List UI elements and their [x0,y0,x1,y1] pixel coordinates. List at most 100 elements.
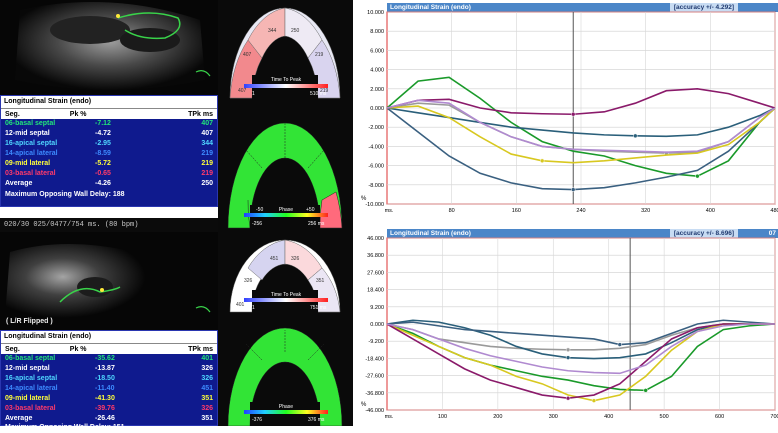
table-header: Seg. Pk % TPk ms [1,108,217,119]
y-tick-label: -36.800 [365,391,384,397]
phase-scale-right: +50 [306,207,315,213]
x-tick-label: 240 [576,208,585,212]
phase-max: 376 ms [308,417,325,423]
table-row: 14-apical lateral -8.59 219 [1,149,217,159]
ttp-max: 751 ms [310,305,327,311]
phase-max: 256 ms [308,221,325,227]
time-to-peak-cell: 351 [201,395,213,402]
x-tick-label: 600 [715,414,724,420]
y-axis-label: % [361,196,367,202]
col-seg: Seg. [5,346,20,353]
peak-strain-cell: -8.59 [95,150,111,157]
peak-marker [570,111,576,117]
y-tick-label: -8.000 [368,183,384,189]
y-tick-label: -2.000 [368,125,384,131]
ttp-value: 351 [316,278,325,284]
time-to-peak-cell: 326 [201,365,213,372]
segment-cell: 16-apical septal [5,375,58,382]
time-to-peak-cell: 407 [201,120,213,127]
x-tick-label: 80 [449,208,455,212]
table-header: Seg. Pk % TPk ms [1,343,217,354]
peak-marker [633,133,638,139]
peak-strain-cell: -11.40 [95,385,115,392]
peak-marker [617,342,623,347]
ttp-value: 451 [270,256,279,262]
x-tick-label: 300 [549,414,558,420]
peak-strain-cell: -0.65 [95,170,111,177]
peak-strain-cell: -18.50 [95,375,115,382]
table-title: Longitudinal Strain (endo) [1,96,217,108]
y-tick-label: -27.600 [365,374,384,380]
strain-table-bottom: Longitudinal Strain (endo) Seg. Pk % TPk… [0,330,218,431]
col-pk: Pk % [69,111,87,118]
y-tick-label: -46.000 [365,408,384,414]
y-tick-label: 4.000 [370,68,384,74]
time-to-peak-cell: 401 [201,355,213,362]
col-tpk: TPk ms [188,111,213,118]
peak-marker [570,187,576,192]
bullseye-plots: Time To Peak 1 510 ms 407 407 344 250 21… [227,7,343,427]
flip-label: ( L/R Flipped ) [6,318,53,325]
strain-table-top: Longitudinal Strain (endo) Seg. Pk % TPk… [0,95,218,207]
ttp-value: 407 [243,52,252,58]
col-tpk: TPk ms [188,346,213,353]
y-tick-label: 27.600 [367,270,384,276]
peak-strain-cell: -26.46 [95,415,115,422]
x-tick-label: 700 [770,414,778,420]
peak-marker [695,173,700,179]
y-tick-label: -18.400 [365,356,384,362]
ttp-value: 219 [320,88,329,94]
ttp-value: 401 [236,302,245,308]
opposing-wall-delay: Maximum Opposing Wall Delay: 151 [5,424,125,431]
col-pk: Pk % [69,346,87,353]
y-tick-label: 10.000 [367,10,384,16]
y-tick-label: -4.000 [368,144,384,150]
x-tick-label: 320 [641,208,650,212]
x-tick-label: 500 [660,414,669,420]
ttp-bullseye-top: Time To Peak 1 510 ms 407 407 344 250 21… [229,7,341,99]
table-row: 14-apical lateral -11.40 451 [1,384,217,394]
echo-image-top [0,0,218,95]
phase-min: -376 [252,417,262,423]
y-tick-label: 46.000 [367,236,384,242]
peak-strain-cell: -5.72 [95,160,111,167]
table-row: 12-mid septal -13.87 326 [1,364,217,374]
opposing-wall-delay: Maximum Opposing Wall Delay: 188 [5,191,125,198]
table-row: 06-basal septal -35.62 401 [1,354,217,364]
ttp-value: 344 [268,28,277,34]
peak-marker [565,395,571,401]
x-tick-label: 480 [770,208,778,212]
table-row: Average -26.46 351 [1,414,217,424]
echo-four-chamber-view [0,0,218,95]
echo-image-bottom: ( L/R Flipped ) [0,232,218,330]
peak-strain-cell: -7.12 [95,120,111,127]
time-to-peak-cell: 219 [201,150,213,157]
phase-min: -256 [252,221,262,227]
segment-cell: 16-apical septal [5,140,58,147]
x-tick-label: 400 [604,414,613,420]
bullseye-column: Time To Peak 1 510 ms 407 407 344 250 21… [218,0,353,427]
strain-chart-bottom: Longitudinal Strain (endo) [accuracy +/-… [353,226,778,426]
peak-marker [643,388,648,393]
ttp-value: 326 [244,278,253,284]
peak-strain-cell: -13.87 [95,365,115,372]
segment-cell: 12-mid septal [5,365,50,372]
segment-cell: 06-basal septal [5,355,56,362]
col-seg: Seg. [5,111,20,118]
table-row: 03-basal lateral -0.65 219 [1,169,217,179]
x-tick-label: 160 [512,208,521,212]
y-tick-label: 36.800 [367,253,384,259]
x-tick-label: 400 [706,208,715,212]
y-tick-label: 0.000 [370,322,384,328]
segment-cell: 03-basal lateral [5,170,56,177]
y-tick-label: 0.000 [370,106,384,112]
y-tick-label: 9.200 [370,305,384,311]
peak-marker [565,355,571,360]
peak-strain-cell: -35.62 [95,355,115,362]
phase-scale-left: -50 [256,207,263,213]
table-title: Longitudinal Strain (endo) [1,331,217,343]
x-tick-label: ms. [385,208,394,212]
x-tick-label: ms. [385,414,394,420]
table-row: 16-apical septal -2.95 344 [1,139,217,149]
y-tick-label: -9.200 [368,339,384,345]
